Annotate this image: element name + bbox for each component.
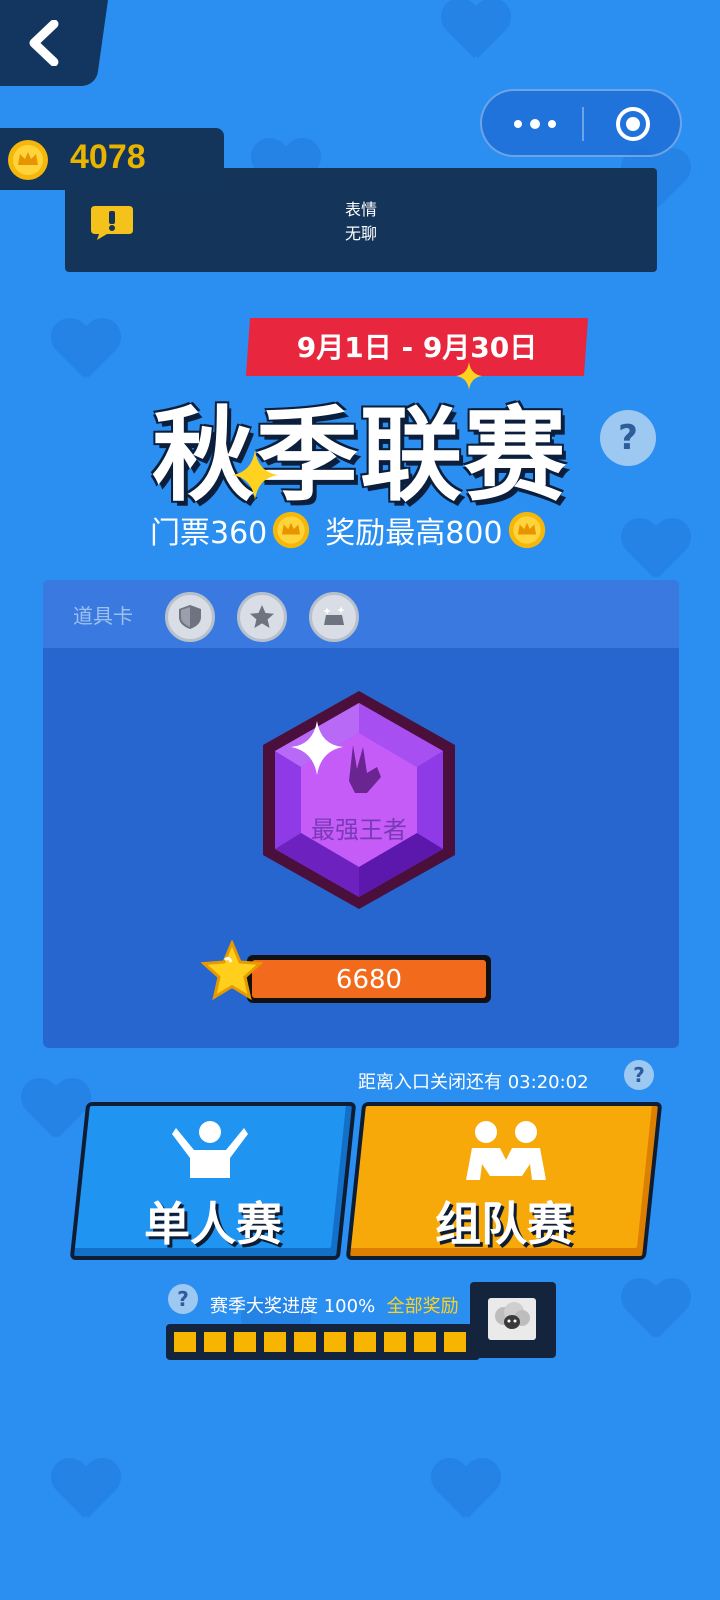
solo-match-label: 单人赛 xyxy=(144,1197,282,1251)
sparkle-icon xyxy=(456,362,482,390)
crown-coin-icon xyxy=(271,510,311,550)
coin-balance: 4078 xyxy=(0,128,224,190)
reward-label: 奖励最高800 xyxy=(325,516,503,551)
countdown-help-button[interactable]: ? xyxy=(624,1060,654,1090)
shield-card-button[interactable] xyxy=(165,592,215,642)
season-progress-bar xyxy=(166,1324,480,1360)
grand-prize-box[interactable] xyxy=(470,1282,556,1358)
props-label: 道具卡 xyxy=(73,604,133,628)
crown-card-button[interactable] xyxy=(309,592,359,642)
rank-panel: 道具卡 最强王者 6680 xyxy=(43,580,679,1048)
rank-name: 最强王者 xyxy=(311,816,407,844)
star-icon xyxy=(250,605,274,628)
back-button[interactable] xyxy=(0,0,108,86)
season-progress-text: 赛季大奖进度 100% xyxy=(210,1296,376,1317)
rules-help-button[interactable]: ? xyxy=(600,410,656,466)
team-players-icon xyxy=(466,1121,546,1180)
entry-countdown: 距离入口关闭还有 03:20:02 xyxy=(358,1072,589,1093)
grand-prize-avatar xyxy=(488,1298,536,1340)
close-target-icon[interactable] xyxy=(614,105,652,143)
rank-gem-badge xyxy=(263,691,455,909)
all-rewards-link[interactable]: 全部奖励 xyxy=(387,1296,459,1317)
sheep-avatar-icon xyxy=(495,1302,530,1329)
score-value: 6680 xyxy=(335,965,403,995)
team-match-label: 组队赛 xyxy=(435,1197,573,1251)
props-bar: 道具卡 xyxy=(43,580,679,648)
star-card-button[interactable] xyxy=(237,592,287,642)
sparkle-icon xyxy=(232,450,278,500)
notice-line-2: 无聊 xyxy=(344,224,377,243)
star-icon xyxy=(201,940,263,1001)
chevron-left-icon xyxy=(29,20,59,66)
team-match-button[interactable]: 组队赛 xyxy=(345,1102,663,1260)
solo-player-icon xyxy=(172,1121,248,1178)
ticket-reward-line: 门票360 奖励最高800 xyxy=(150,508,561,552)
crown-coin-icon xyxy=(8,140,48,180)
solo-match-button[interactable]: 单人赛 xyxy=(69,1102,357,1260)
notice-line-1: 表情 xyxy=(344,200,377,219)
crown-icon xyxy=(323,606,345,625)
season-progress-label: 赛季大奖进度 100% 全部奖励 xyxy=(210,1292,459,1318)
crown-coin-icon xyxy=(507,510,547,550)
shield-icon xyxy=(179,605,201,629)
progress-help-button[interactable]: ? xyxy=(168,1284,198,1314)
score-bar: 6680 xyxy=(247,955,491,1003)
more-icon[interactable] xyxy=(510,117,560,131)
mini-program-capsule xyxy=(480,89,682,157)
ticket-label: 门票360 xyxy=(150,516,268,551)
date-range: 9月1日 - 9月30日 xyxy=(296,331,538,364)
coin-value: 4078 xyxy=(70,138,146,176)
